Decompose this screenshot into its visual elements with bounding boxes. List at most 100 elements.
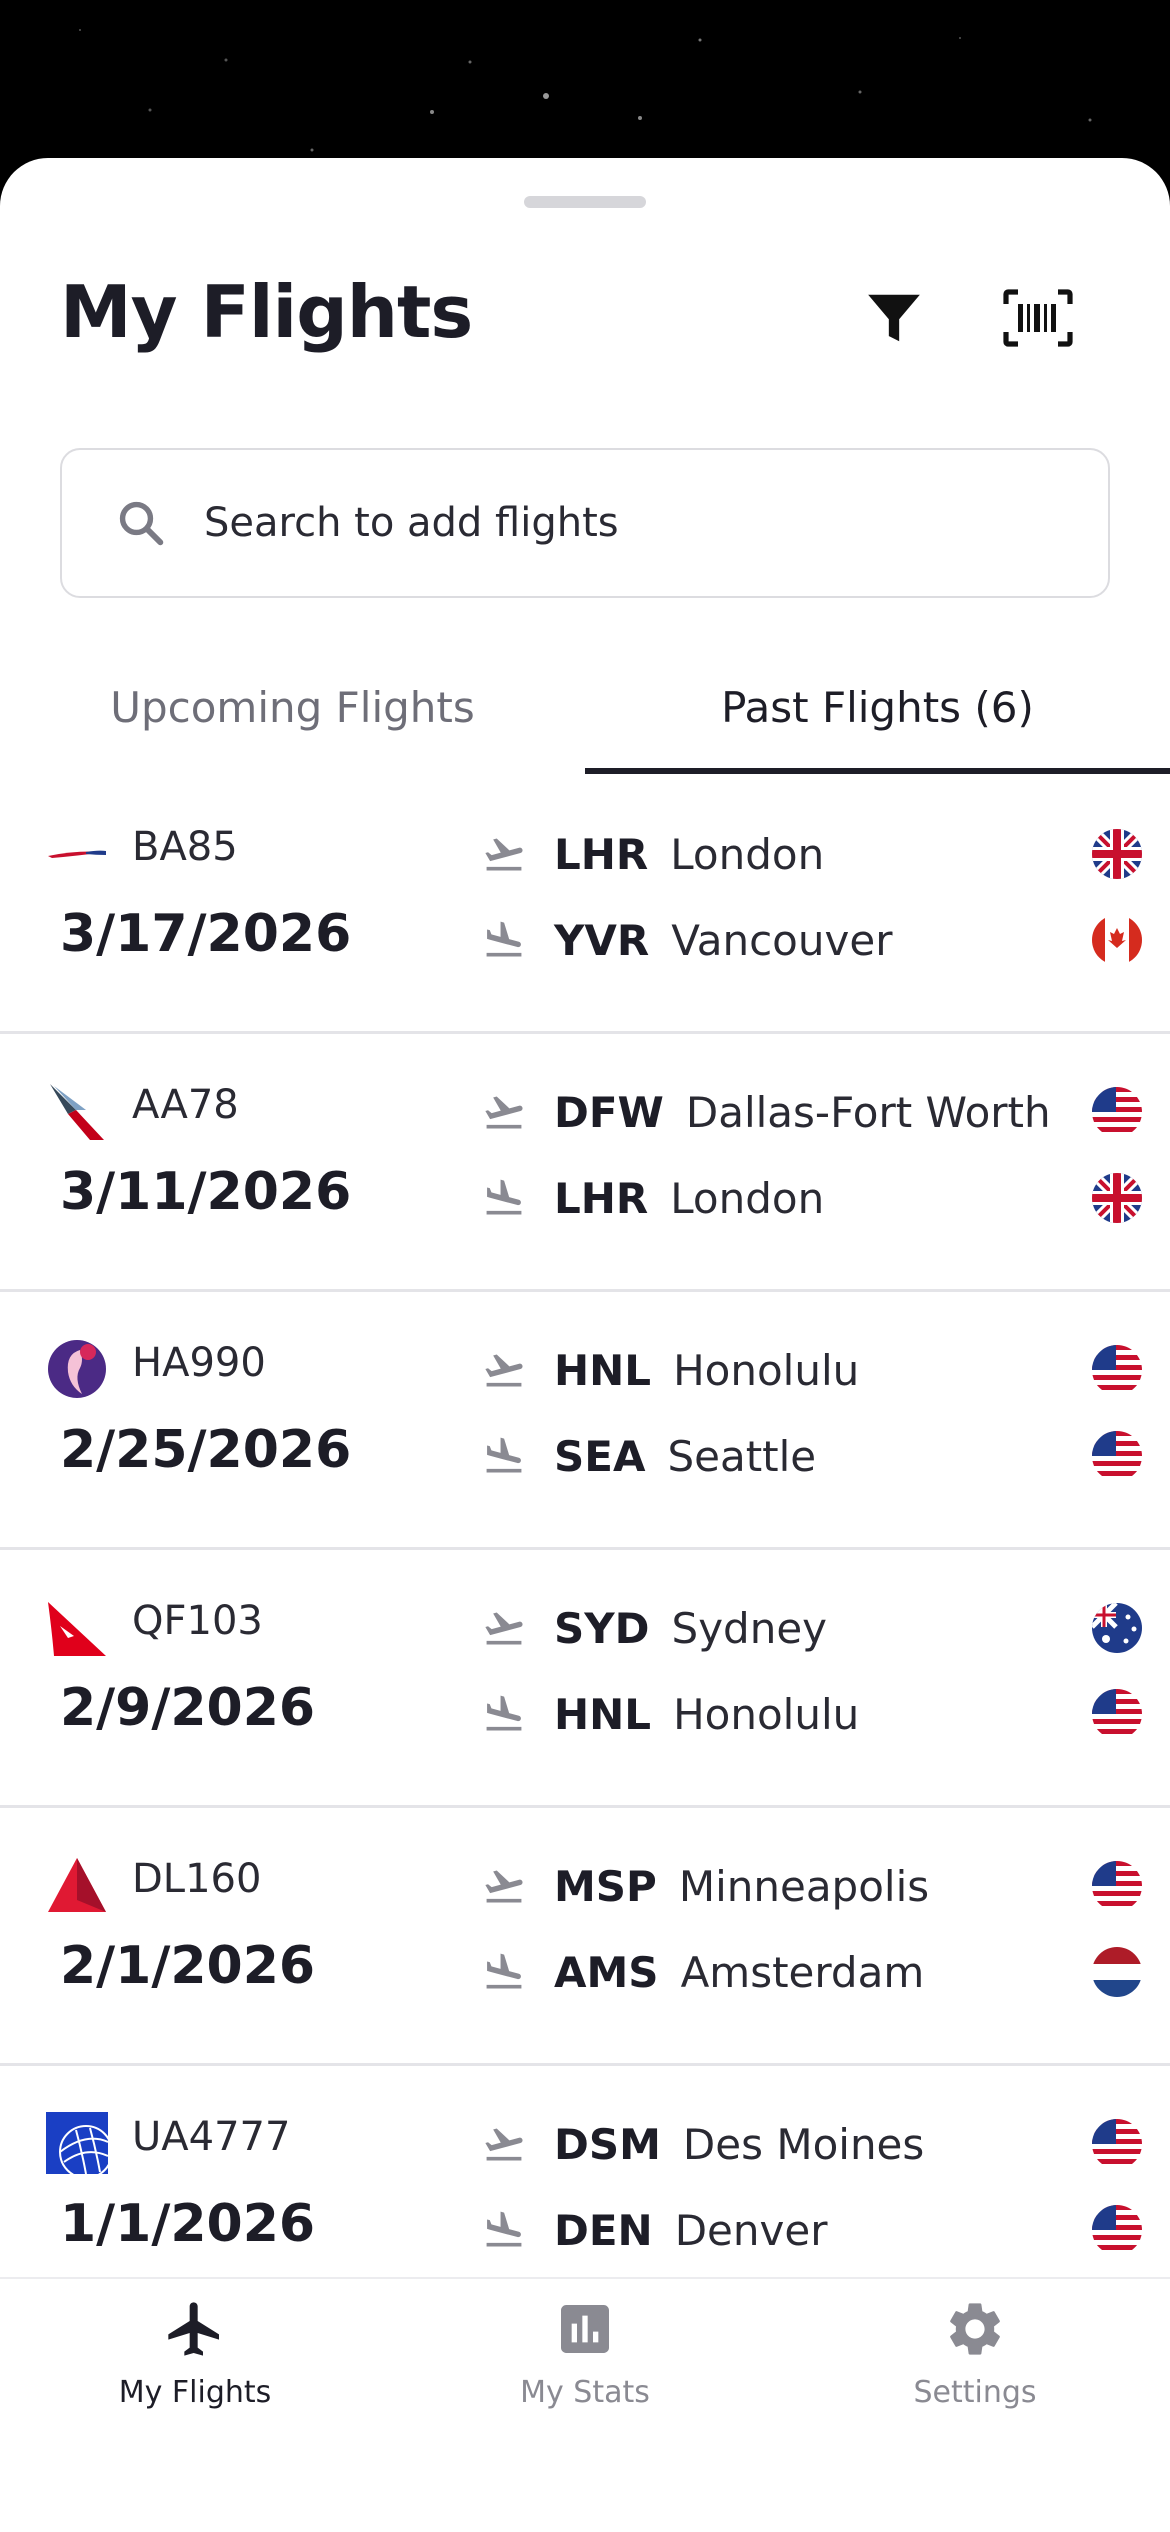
flight-date: 1/1/2026 (60, 2194, 316, 2254)
airplane-icon (168, 2302, 219, 2356)
airport-city: Denver (674, 2205, 828, 2255)
filter-icon (868, 294, 920, 342)
tab-settings[interactable]: Settings (780, 2297, 1170, 2437)
landing-icon (486, 2211, 522, 2247)
arrival-leg: HNL Honolulu (482, 1684, 1142, 1744)
airport-city: Dallas-Fort Worth (685, 1087, 1051, 1137)
flight-row[interactable]: HA990 2/25/2026 HNL Honolulu SEA Seattle (0, 1292, 1170, 1550)
arrival-leg: YVR Vancouver (482, 910, 1142, 970)
airport-city: Honolulu (673, 1689, 860, 1739)
airport-code: SEA (554, 1431, 646, 1481)
delta-logo (48, 1858, 106, 1912)
airport-city: London (670, 1173, 825, 1223)
airport-code: AMS (554, 1947, 659, 1997)
sheet-grabber[interactable] (524, 196, 646, 208)
flight-date: 3/17/2026 (60, 904, 352, 964)
airport-code: DEN (554, 2205, 653, 2255)
tab-label: My Flights (118, 2375, 272, 2410)
search-icon (119, 501, 164, 546)
departure-leg: DFW Dallas-Fort Worth (482, 1082, 1142, 1142)
airport-city: Amsterdam (680, 1947, 925, 1997)
us-flag-icon (1092, 2205, 1142, 2255)
barcode-scan-button[interactable] (996, 276, 1080, 360)
bottom-tab-bar: My Flights My Stats Settings (0, 2277, 1170, 2532)
airport-code: LHR (554, 1173, 649, 1223)
british-airways-logo (48, 850, 106, 858)
takeoff-icon (485, 2128, 523, 2161)
landing-icon (486, 1953, 522, 1989)
tab-upcoming-flights[interactable]: Upcoming Flights (0, 663, 585, 778)
airport-code: HNL (554, 1345, 652, 1395)
arrival-leg: LHR London (482, 1168, 1142, 1228)
airport-code: DFW (554, 1087, 664, 1137)
uk-flag-icon (1092, 1173, 1142, 1223)
stats-chart-icon (561, 2305, 609, 2353)
takeoff-icon (485, 1612, 523, 1645)
tab-my-stats[interactable]: My Stats (390, 2297, 780, 2437)
active-tab-indicator (585, 768, 1170, 774)
tab-my-flights[interactable]: My Flights (0, 2297, 390, 2437)
tab-past-flights[interactable]: Past Flights (6) (585, 663, 1170, 778)
flight-row[interactable]: AA78 3/11/2026 DFW Dallas-Fort Worth LHR… (0, 1034, 1170, 1292)
flight-number: DL160 (132, 1856, 262, 1902)
canada-flag-icon (1092, 915, 1142, 965)
airport-code: DSM (554, 2119, 661, 2169)
airport-city: Vancouver (671, 915, 893, 965)
flight-date: 2/9/2026 (60, 1678, 316, 1738)
flight-number: BA85 (132, 824, 238, 870)
landing-icon (486, 1695, 522, 1731)
us-flag-icon (1092, 2119, 1142, 2169)
barcode-scan-icon (1003, 289, 1073, 347)
search-input[interactable]: Search to add flights (60, 448, 1110, 598)
us-flag-icon (1092, 1689, 1142, 1739)
landing-icon (486, 1437, 522, 1473)
page-title: My Flights (60, 270, 473, 354)
arrival-leg: AMS Amsterdam (482, 1942, 1142, 2002)
gear-icon (950, 2303, 1000, 2355)
flights-sheet: My Flights Search to add flights Upcomin… (0, 158, 1170, 2532)
us-flag-icon (1092, 1087, 1142, 1137)
starry-background (79, 29, 1092, 152)
airport-city: Seattle (667, 1431, 817, 1481)
netherlands-flag-icon (1092, 1947, 1142, 1997)
departure-leg: DSM Des Moines (482, 2114, 1142, 2174)
airport-city: Sydney (671, 1603, 828, 1653)
american-airlines-logo (50, 1084, 104, 1140)
takeoff-icon (485, 1870, 523, 1903)
airport-code: YVR (554, 915, 650, 965)
airport-code: LHR (554, 829, 649, 879)
departure-leg: MSP Minneapolis (482, 1856, 1142, 1916)
flight-number: AA78 (132, 1082, 239, 1128)
flight-row[interactable]: DL160 2/1/2026 MSP Minneapolis AMS Amste… (0, 1808, 1170, 2066)
arrival-leg: DEN Denver (482, 2200, 1142, 2260)
takeoff-icon (485, 1096, 523, 1129)
departure-leg: LHR London (482, 824, 1142, 884)
arrival-leg: SEA Seattle (482, 1426, 1142, 1486)
flight-number: QF103 (132, 1598, 263, 1644)
flight-date: 2/1/2026 (60, 1936, 316, 1996)
us-flag-icon (1092, 1431, 1142, 1481)
landing-icon (486, 921, 522, 957)
flight-number: HA990 (132, 1340, 266, 1386)
search-placeholder: Search to add flights (204, 500, 619, 546)
tab-label: My Stats (520, 2375, 650, 2410)
flight-row[interactable]: QF103 2/9/2026 SYD Sydney HNL Honolulu (0, 1550, 1170, 1808)
departure-leg: HNL Honolulu (482, 1340, 1142, 1400)
departure-leg: SYD Sydney (482, 1598, 1142, 1658)
uk-flag-icon (1092, 829, 1142, 879)
flight-row[interactable]: BA85 3/17/2026 LHR London YVR Vancouver (0, 776, 1170, 1034)
flight-date: 3/11/2026 (60, 1162, 352, 1222)
flight-number: UA4777 (132, 2114, 291, 2160)
airport-city: Des Moines (682, 2119, 925, 2169)
airport-city: Minneapolis (678, 1861, 930, 1911)
filter-button[interactable] (852, 276, 936, 360)
united-logo (46, 2112, 108, 2174)
australia-flag-icon (1092, 1603, 1142, 1653)
flight-list: BA85 3/17/2026 LHR London YVR Vancouver (0, 776, 1170, 2324)
takeoff-icon (485, 1354, 523, 1387)
flight-tabs: Upcoming Flights Past Flights (6) (0, 663, 1170, 778)
landing-icon (486, 1179, 522, 1215)
us-flag-icon (1092, 1861, 1142, 1911)
hawaiian-airlines-logo (48, 1340, 106, 1398)
flight-date: 2/25/2026 (60, 1420, 352, 1480)
